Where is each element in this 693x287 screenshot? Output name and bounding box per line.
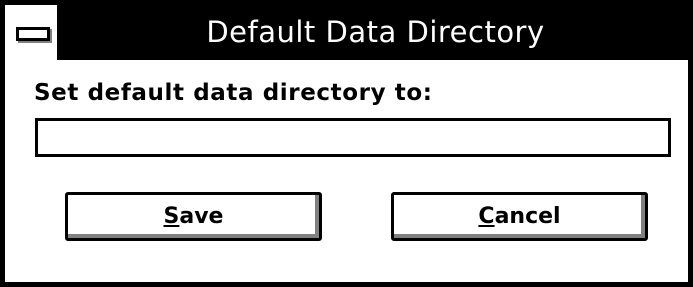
directory-input[interactable] <box>35 118 671 157</box>
cancel-label: ancel <box>494 204 561 229</box>
default-data-directory-dialog: Default Data Directory Set default data … <box>0 0 693 287</box>
save-button[interactable]: Save <box>65 192 322 241</box>
system-menu-icon <box>16 27 50 41</box>
title-bar[interactable]: Default Data Directory <box>5 5 688 60</box>
cancel-button[interactable]: Cancel <box>391 192 648 241</box>
window-title: Default Data Directory <box>206 15 545 49</box>
system-menu-button[interactable] <box>5 5 60 60</box>
save-mnemonic: S <box>163 204 180 229</box>
cancel-mnemonic: C <box>478 204 495 229</box>
directory-prompt-label: Set default data directory to: <box>34 80 433 106</box>
save-label: ave <box>179 204 224 229</box>
